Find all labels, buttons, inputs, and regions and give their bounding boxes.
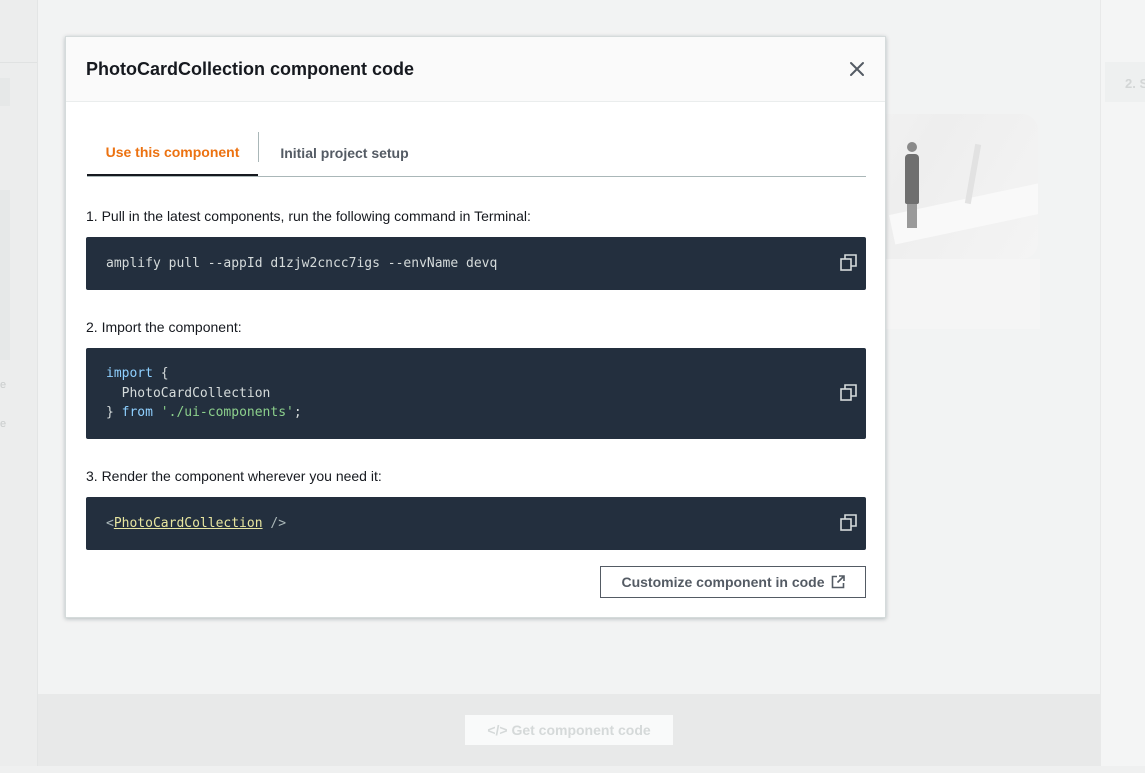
customize-component-button[interactable]: Customize component in code	[600, 566, 866, 598]
close-brace: }	[106, 405, 122, 420]
close-icon	[850, 62, 864, 76]
code-block-render: <PhotoCardCollection />	[86, 497, 866, 550]
copy-icon	[840, 254, 857, 271]
tab-initial-project-setup[interactable]: Initial project setup	[259, 130, 430, 175]
component-code-modal: PhotoCardCollection component code Use t…	[65, 36, 886, 618]
code-block-pull: amplify pull --appId d1zjw2cncc7igs --en…	[86, 237, 866, 290]
background-bottom-strip	[0, 766, 1145, 773]
step-1-label: 1. Pull in the latest components, run th…	[86, 208, 531, 224]
pull-command-text: amplify pull --appId d1zjw2cncc7igs --en…	[106, 255, 498, 271]
background-right-panel: 2. S	[1100, 0, 1145, 773]
background-nav-block	[0, 78, 10, 106]
copy-render-button[interactable]	[840, 514, 857, 531]
background-step-label: 2. S	[1105, 62, 1145, 102]
import-line-3: } from './ui-components';	[106, 403, 846, 423]
external-link-icon	[831, 575, 845, 589]
tab-use-this-component[interactable]: Use this component	[87, 130, 258, 176]
copy-pull-command-button[interactable]	[840, 254, 857, 271]
background-sidebar: e e	[0, 0, 38, 773]
jsx-open-bracket: <	[106, 515, 114, 531]
jsx-component-name: PhotoCardCollection	[113, 515, 263, 531]
background-ghost-text: e	[0, 418, 7, 430]
semicolon: ;	[293, 405, 302, 420]
import-keyword: import	[106, 366, 153, 381]
code-block-import: import { PhotoCardCollection } from './u…	[86, 348, 866, 439]
tab-list: Use this component Initial project setup	[87, 130, 866, 177]
import-line-2: PhotoCardCollection	[106, 385, 271, 401]
copy-import-button[interactable]	[840, 384, 857, 401]
jsx-self-close: />	[262, 515, 287, 531]
render-code-line: <PhotoCardCollection />	[106, 514, 286, 534]
step-2-label: 2. Import the component:	[86, 319, 242, 335]
from-keyword: from	[121, 405, 153, 420]
open-brace: {	[152, 366, 169, 381]
photo-person-figure	[905, 142, 919, 232]
close-button[interactable]	[847, 59, 867, 79]
background-panel-block	[0, 190, 10, 360]
import-line-1: import {	[106, 364, 846, 384]
background-ghost-text: e	[0, 379, 7, 391]
module-path-string: './ui-components'	[160, 405, 294, 420]
modal-header: PhotoCardCollection component code	[66, 37, 885, 102]
modal-title: PhotoCardCollection component code	[86, 59, 415, 79]
background-divider	[0, 62, 37, 63]
customize-button-label: Customize component in code	[621, 574, 825, 590]
background-card-body	[886, 259, 1040, 329]
get-component-code-button: </> Get component code	[465, 715, 673, 745]
copy-icon	[840, 384, 857, 401]
step-3-label: 3. Render the component wherever you nee…	[86, 468, 382, 484]
copy-icon	[840, 514, 857, 531]
